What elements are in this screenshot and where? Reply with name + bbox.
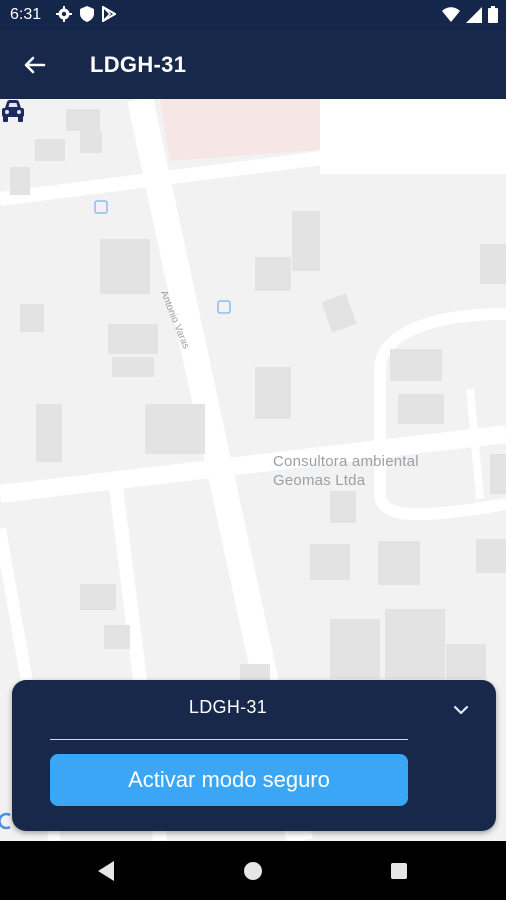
- chevron-down-icon[interactable]: [452, 704, 470, 716]
- status-time: 6:31: [10, 6, 42, 23]
- page-title: LDGH-31: [90, 52, 187, 77]
- app-bar: LDGH-31: [0, 30, 506, 99]
- status-bar: 6:31: [0, 0, 506, 30]
- vehicle-plate-title: LDGH-31: [188, 697, 268, 717]
- nav-home-icon[interactable]: [244, 862, 262, 880]
- car-icon[interactable]: [0, 99, 26, 123]
- vehicle-card: LDGH-31 Activar modo seguro: [12, 680, 496, 831]
- nav-back-icon[interactable]: [96, 860, 116, 882]
- poi-label[interactable]: Consultora ambiental Geomas Ltda: [273, 452, 419, 490]
- signal-icon: [466, 6, 482, 23]
- activate-secure-mode-button[interactable]: Activar modo seguro: [50, 754, 408, 806]
- back-arrow-icon[interactable]: [18, 50, 52, 80]
- play-store-icon: [102, 6, 116, 22]
- nav-recents-icon[interactable]: [391, 863, 407, 879]
- google-logo-icon: [0, 812, 11, 830]
- card-divider: [50, 739, 408, 740]
- shield-icon: [80, 6, 94, 22]
- poi-label-line2: Geomas Ltda: [273, 472, 366, 489]
- wifi-icon: [442, 6, 460, 22]
- system-nav-bar: [0, 841, 506, 900]
- settings-gear-icon: [56, 6, 72, 22]
- poi-label-line1: Consultora ambiental: [273, 453, 419, 470]
- battery-icon: [488, 6, 498, 23]
